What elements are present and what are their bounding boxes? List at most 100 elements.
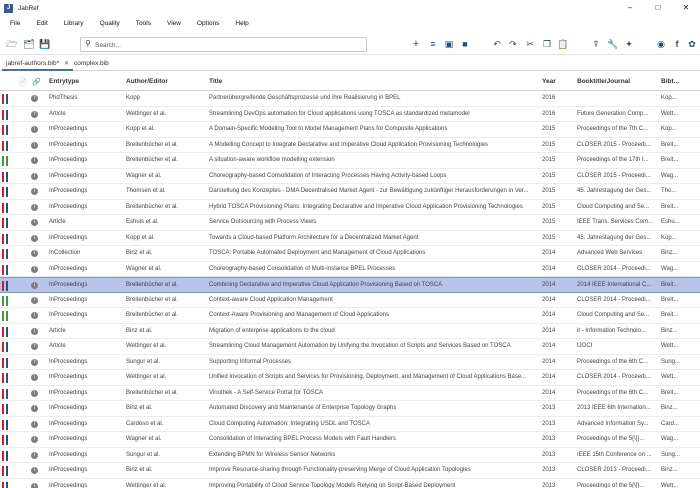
- cell-year: 2015: [542, 234, 556, 241]
- entry-info-icon[interactable]: i: [31, 157, 38, 164]
- open-library-icon[interactable]: 🗂: [23, 38, 35, 50]
- menu-quality[interactable]: Quality: [100, 20, 120, 27]
- menu-file[interactable]: File: [10, 20, 20, 27]
- url-column-icon[interactable]: 🔗: [32, 78, 41, 86]
- file-column-icon[interactable]: 📄: [18, 78, 27, 86]
- add-from-id-icon[interactable]: ≡: [427, 38, 439, 50]
- close-tab-icon[interactable]: ✕: [64, 61, 69, 67]
- entry-info-icon[interactable]: i: [31, 141, 38, 149]
- redo-icon[interactable]: ↷: [507, 38, 519, 50]
- menu-library[interactable]: Library: [64, 20, 84, 27]
- table-row[interactable]: i PhdThesis Kopp Partnerübergreifende Gesch…: [0, 91, 700, 107]
- column-header-entrytype[interactable]: Entrytype: [49, 73, 122, 91]
- entry-info-icon[interactable]: i: [31, 405, 38, 412]
- copy-icon[interactable]: ❐: [541, 38, 553, 50]
- twitter-icon[interactable]: ✿: [686, 38, 698, 50]
- entry-info-icon[interactable]: i: [31, 467, 38, 474]
- table-row[interactable]: i InCollection Binz et al. TOSCA: Portable …: [0, 246, 700, 262]
- entry-info-icon[interactable]: i: [31, 374, 38, 381]
- table-row[interactable]: i InProceedings Binz et al. Automated Disco…: [0, 401, 700, 417]
- entry-info-icon[interactable]: i: [31, 312, 38, 319]
- entry-info-icon[interactable]: i: [31, 219, 38, 226]
- table-row[interactable]: i InProceedings Breitenbücher et al. A Mode…: [0, 137, 700, 153]
- paste-icon[interactable]: 📋: [557, 38, 569, 50]
- quality-bar: [6, 311, 8, 321]
- menu-tools[interactable]: Tools: [136, 20, 151, 27]
- table-row[interactable]: i InProceedings Breitenbücher et al. Contex…: [0, 292, 700, 308]
- table-row[interactable]: i InProceedings Breitenbücher et al. A situ…: [0, 153, 700, 169]
- entry-info-icon[interactable]: i: [31, 203, 38, 211]
- column-header-year[interactable]: Year: [542, 73, 572, 91]
- entry-info-icon[interactable]: i: [31, 451, 38, 459]
- entry-info-icon[interactable]: i: [31, 110, 38, 118]
- menu-options[interactable]: Options: [197, 20, 219, 27]
- table-row[interactable]: i Article Wettinger et al. Streamlining Clo…: [0, 339, 700, 355]
- cleanup-icon[interactable]: 🔧: [607, 38, 619, 50]
- menu-view[interactable]: View: [167, 20, 181, 27]
- table-row[interactable]: i Article Eshuis et al. Service Outsourcing…: [0, 215, 700, 231]
- quality-indicator: [2, 171, 14, 182]
- table-row[interactable]: i InProceedings Breitenbücher et al. Vinoth…: [0, 385, 700, 401]
- table-row[interactable]: i InProceedings Wagner et al. Choreography-…: [0, 168, 700, 184]
- quality-bar: [2, 281, 4, 291]
- entry-info-icon[interactable]: i: [31, 126, 38, 133]
- undo-icon[interactable]: ↶: [491, 38, 503, 50]
- add-entry-icon[interactable]: +: [410, 38, 422, 50]
- table-row[interactable]: i Article Binz et al. Migration of enterpri…: [0, 323, 700, 339]
- table-row[interactable]: i InProceedings Wettinger et al. Improving …: [0, 478, 700, 488]
- table-row[interactable]: i InProceedings Wagner et al. Consolidation…: [0, 432, 700, 448]
- table-row[interactable]: i InProceedings Sungur et al. Supporting In…: [0, 354, 700, 370]
- entry-info-icon[interactable]: i: [31, 327, 38, 335]
- table-row[interactable]: i InProceedings Wagner et al. Choreography-…: [0, 261, 700, 277]
- entry-info-icon[interactable]: i: [31, 296, 38, 304]
- entry-info-icon[interactable]: i: [31, 436, 38, 443]
- push-to-application-icon[interactable]: ⍒: [590, 38, 602, 50]
- entry-info-icon[interactable]: i: [31, 389, 38, 397]
- minimize-button[interactable]: –: [616, 0, 644, 16]
- entry-info-icon[interactable]: i: [31, 358, 38, 366]
- table-row[interactable]: i InProceedings Kopp et al. A Domain-Specif…: [0, 122, 700, 138]
- save-icon[interactable]: 💾: [39, 38, 51, 50]
- table-row[interactable]: i InProceedings Thomsen et al. Darstellung …: [0, 184, 700, 200]
- table-row[interactable]: i InProceedings Cardoso et al. Cloud Comput…: [0, 416, 700, 432]
- entry-info-icon[interactable]: i: [31, 250, 38, 257]
- table-row[interactable]: i InProceedings Breitenbücher et al. Contex…: [0, 308, 700, 324]
- table-row[interactable]: i InProceedings Binz et al. Improve Resourc…: [0, 463, 700, 479]
- table-row[interactable]: i InProceedings Breitenbücher et al. Hybrid…: [0, 199, 700, 215]
- cut-icon[interactable]: ✂: [524, 38, 536, 50]
- table-row[interactable]: i InProceedings Breitenbücher et al. Combin…: [0, 277, 700, 293]
- close-window-button[interactable]: ✕: [672, 0, 700, 16]
- column-header-author[interactable]: Author/Editor: [126, 73, 206, 91]
- quality-bar: [2, 373, 4, 383]
- table-row[interactable]: i InProceedings Kopp et al. Towards a Cloud…: [0, 230, 700, 246]
- entry-info-icon[interactable]: i: [31, 482, 38, 488]
- column-header-bibtexkey[interactable]: Bibt...: [661, 73, 697, 91]
- column-header-title[interactable]: Title: [209, 73, 537, 91]
- magic-wand-icon[interactable]: ✦: [623, 38, 635, 50]
- facebook-icon[interactable]: f: [671, 38, 683, 50]
- new-entry-icon[interactable]: ▣: [443, 38, 455, 50]
- menu-edit[interactable]: Edit: [36, 20, 47, 27]
- new-library-icon[interactable]: 🗁: [6, 38, 18, 50]
- entry-info-icon[interactable]: i: [31, 343, 38, 350]
- cell-year: 2016: [542, 110, 556, 117]
- entry-info-icon[interactable]: i: [31, 188, 38, 195]
- entry-info-icon[interactable]: i: [31, 420, 38, 428]
- menu-help[interactable]: Help: [235, 20, 248, 27]
- entry-info-icon[interactable]: i: [31, 95, 38, 102]
- table-row[interactable]: i InProceedings Wettinger et al. Unified In…: [0, 370, 700, 386]
- delete-entry-icon[interactable]: ■: [459, 38, 471, 50]
- tab-complex[interactable]: complex.bib: [70, 57, 113, 71]
- github-icon[interactable]: ◉: [655, 38, 667, 50]
- table-row[interactable]: i Article Wettinger et al. Streamlining Dev…: [0, 106, 700, 122]
- entry-info-icon[interactable]: i: [31, 234, 38, 242]
- table-row[interactable]: i InProceedings Sungur et al. Extending BPM…: [0, 447, 700, 463]
- search-input[interactable]: [95, 40, 355, 50]
- column-header-booktitle[interactable]: Booktitle/Journal: [577, 73, 661, 91]
- maximize-button[interactable]: □: [644, 0, 672, 16]
- entry-info-icon[interactable]: i: [31, 282, 38, 289]
- tab-jabref-authors[interactable]: jabref-authors.bib* ✕: [2, 57, 73, 71]
- cell-bibtexkey: Wett...: [661, 374, 679, 380]
- entry-info-icon[interactable]: i: [31, 265, 38, 273]
- entry-info-icon[interactable]: i: [31, 172, 38, 180]
